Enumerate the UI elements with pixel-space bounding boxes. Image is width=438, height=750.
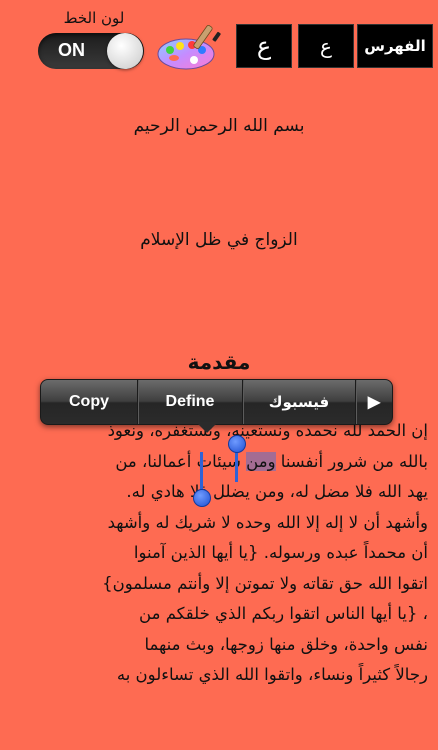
text-line: رجالاً كثيراً ونساء، واتقوا الله الذي تس… bbox=[116, 665, 428, 684]
text-line: نفس واحدة، وخلق منها زوجها، وبث منهما bbox=[144, 634, 428, 654]
define-menu-item[interactable]: Define bbox=[138, 380, 243, 424]
font-color-label: لون الخط bbox=[63, 9, 125, 27]
text-line: وأشهد أن لا إله إلا الله وحده لا شريك له… bbox=[107, 512, 428, 532]
text-line-with-selection: بالله من شرور أنفسنا ومن سيئات أعمالنا، … bbox=[10, 447, 428, 478]
basmala-text: بسم الله الرحمن الرحيم bbox=[133, 116, 305, 136]
text-line: ، {يا أيها الناس اتقوا ربكم الذي خلقكم م… bbox=[139, 604, 428, 623]
toggle-knob[interactable] bbox=[107, 33, 143, 69]
paint-palette-icon[interactable] bbox=[156, 22, 224, 72]
selected-text[interactable]: ومن bbox=[246, 451, 276, 471]
font-decrease-button[interactable]: ع bbox=[298, 24, 354, 68]
text-line: أن محمداً عبده ورسوله. {يا أيها الذين آم… bbox=[133, 543, 428, 562]
font-color-toggle[interactable]: ON bbox=[38, 33, 144, 69]
toolbar: لون الخط ON ع ع الفهرس bbox=[0, 0, 438, 78]
edit-menu-pointer bbox=[198, 424, 216, 433]
text-line: اتقوا الله حق تقاته ولا تموتن إلا وأنتم … bbox=[102, 573, 428, 593]
text-after-selection: سيئات أعمالنا، من bbox=[115, 451, 247, 471]
book-title: الزواج في ظل الإسلام bbox=[140, 230, 298, 250]
edit-menu: Copy Define فيسبوك ▶ bbox=[40, 379, 393, 425]
selection-handle-end[interactable] bbox=[193, 489, 211, 507]
text-before-selection: بالله من شرور أنفسنا bbox=[275, 451, 428, 471]
more-arrow-icon[interactable]: ▶ bbox=[356, 380, 392, 424]
font-increase-button[interactable]: ع bbox=[236, 24, 292, 68]
copy-menu-item[interactable]: Copy bbox=[41, 380, 138, 424]
selection-handle-end-stem bbox=[200, 452, 203, 492]
text-line: يهد الله فلا مضل له، ومن يضلل فلا هادي ل… bbox=[126, 482, 428, 501]
section-heading: مقدمة bbox=[187, 350, 251, 374]
body-text[interactable]: إن الحمد لله نحمده ونستعينه، ونستغفره، و… bbox=[10, 416, 428, 691]
toggle-state-label: ON bbox=[58, 40, 85, 60]
index-button[interactable]: الفهرس bbox=[357, 24, 433, 68]
facebook-menu-item[interactable]: فيسبوك bbox=[243, 380, 356, 424]
selection-handle-start[interactable] bbox=[228, 435, 246, 453]
